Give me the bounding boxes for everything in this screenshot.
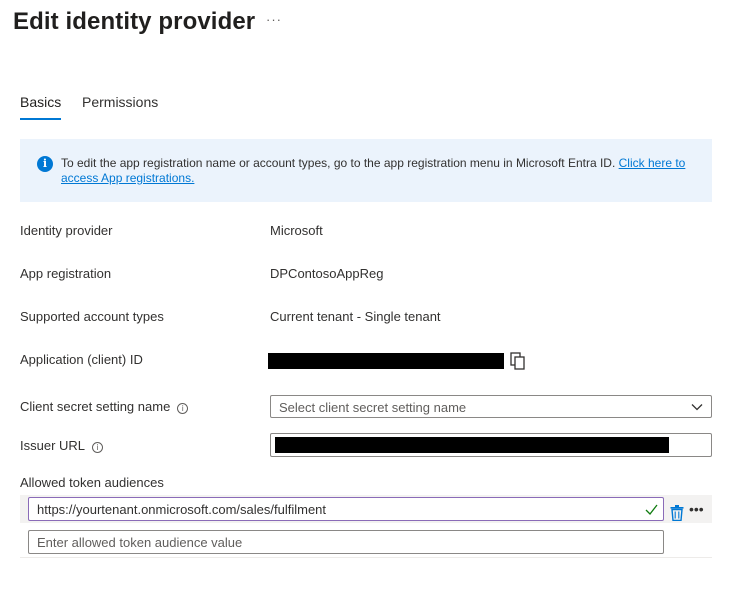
issuer-url-redacted: [275, 437, 669, 453]
page-title: Edit identity provider: [13, 8, 256, 35]
client-secret-placeholder: Select client secret setting name: [279, 400, 467, 415]
copy-icon[interactable]: [510, 352, 526, 370]
app-registration-value: DPContosoAppReg: [270, 266, 384, 281]
checkmark-icon: [645, 504, 658, 515]
new-audience-field[interactable]: [29, 531, 663, 553]
client-secret-label: Client secret setting name i: [20, 399, 189, 414]
new-audience-input[interactable]: [28, 530, 664, 554]
tab-permissions[interactable]: Permissions: [82, 94, 158, 120]
identity-provider-label: Identity provider: [20, 223, 113, 238]
client-secret-dropdown[interactable]: Select client secret setting name: [270, 395, 712, 418]
issuer-url-label: Issuer URL i: [20, 438, 104, 453]
info-icon: i: [37, 156, 53, 172]
issuer-url-input[interactable]: [270, 433, 712, 457]
divider: [20, 557, 712, 558]
info-banner: i To edit the app registration name or a…: [20, 139, 712, 202]
info-text: To edit the app registration name or acc…: [61, 156, 619, 170]
issuer-url-label-text: Issuer URL: [20, 438, 86, 453]
audience-input[interactable]: https://yourtenant.onmicrosoft.com/sales…: [28, 497, 664, 521]
delete-icon[interactable]: [670, 505, 684, 521]
client-id-label: Application (client) ID: [20, 352, 143, 367]
client-id-redacted: [268, 353, 504, 369]
more-actions-icon[interactable]: •••: [689, 501, 704, 517]
account-types-value: Current tenant - Single tenant: [270, 309, 441, 324]
audiences-label: Allowed token audiences: [20, 475, 164, 490]
identity-provider-value: Microsoft: [270, 223, 323, 238]
app-registration-label: App registration: [20, 266, 112, 281]
audience-value: https://yourtenant.onmicrosoft.com/sales…: [37, 502, 327, 517]
more-options-icon[interactable]: ···: [266, 12, 282, 27]
account-types-label: Supported account types: [20, 309, 164, 324]
tab-basics[interactable]: Basics: [20, 94, 62, 120]
help-icon[interactable]: i: [177, 403, 189, 414]
client-secret-label-text: Client secret setting name: [20, 399, 171, 414]
chevron-down-icon: [691, 404, 703, 411]
audience-list-item: https://yourtenant.onmicrosoft.com/sales…: [20, 495, 712, 523]
help-icon[interactable]: i: [92, 442, 104, 453]
info-message: To edit the app registration name or acc…: [61, 156, 701, 186]
